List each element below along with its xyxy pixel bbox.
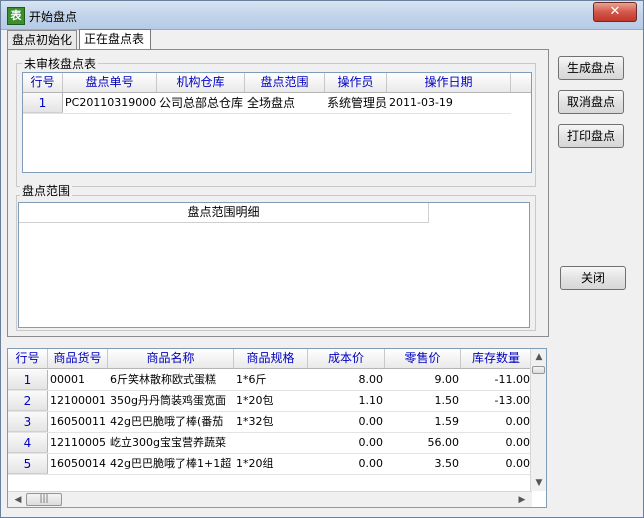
col-header[interactable]: 行号 bbox=[8, 349, 48, 368]
cell-code: 16050011 bbox=[50, 415, 106, 428]
cell-code: 16050014 bbox=[50, 457, 106, 470]
cell-code: 12100001 bbox=[50, 394, 106, 407]
cell-price: 1.59 bbox=[434, 415, 460, 428]
col-header[interactable]: 行号 bbox=[23, 73, 63, 92]
cell-cost: 1.10 bbox=[358, 394, 384, 407]
cell-name: 6斤笑林散称欧式蛋糕 bbox=[110, 373, 216, 386]
cell-price: 9.00 bbox=[434, 373, 460, 386]
cell-operator: 系统管理员 bbox=[327, 96, 387, 110]
cell-spec: 1*32包 bbox=[236, 415, 274, 428]
scroll-down-icon[interactable]: ▼ bbox=[531, 475, 546, 491]
close-window-button[interactable]: ✕ bbox=[593, 2, 637, 22]
cell-price: 1.50 bbox=[434, 394, 460, 407]
row-number: 5 bbox=[8, 454, 48, 474]
row-divider bbox=[23, 113, 511, 114]
cell-spec: 1*6斤 bbox=[236, 373, 267, 386]
unaudited-table[interactable]: 行号 盘点单号 机构仓库 盘点范围 操作员 操作日期 1 PC201103190… bbox=[22, 72, 532, 173]
vertical-scroll-thumb[interactable] bbox=[532, 366, 545, 374]
scroll-left-icon[interactable]: ◀ bbox=[10, 492, 26, 507]
unaudited-label: 未审核盘点表 bbox=[22, 55, 99, 72]
col-header[interactable]: 操作日期 bbox=[387, 73, 511, 92]
scroll-right-icon[interactable]: ▶ bbox=[514, 492, 530, 507]
cell-cost: 8.00 bbox=[358, 373, 384, 386]
scope-label: 盘点范围 bbox=[20, 182, 73, 199]
cell-name: 屹立300g宝宝营养蔬菜 bbox=[110, 436, 226, 449]
scope-table[interactable]: 盘点范围明细 bbox=[18, 202, 530, 328]
app-window: 表 开始盘点 ✕ 盘点初始化 正在盘点表 未审核盘点表 行号 盘点单号 机构仓库… bbox=[0, 0, 644, 518]
close-button[interactable]: 关闭 bbox=[560, 266, 626, 290]
col-header[interactable]: 库存数量 bbox=[461, 349, 532, 368]
cell-code: PC201103190001 bbox=[65, 96, 157, 109]
cell-price: 3.50 bbox=[434, 457, 460, 470]
cell-cost: 0.00 bbox=[358, 436, 384, 449]
tab-init[interactable]: 盘点初始化 bbox=[7, 30, 77, 49]
col-header[interactable]: 盘点单号 bbox=[63, 73, 157, 92]
horizontal-scrollbar[interactable]: ◀ ||| ▶ bbox=[8, 491, 532, 507]
cell-stock: -11.00 bbox=[494, 373, 530, 386]
row-number: 3 bbox=[8, 412, 48, 432]
col-header[interactable]: 盘点范围明细 bbox=[19, 203, 429, 222]
col-header[interactable]: 商品货号 bbox=[48, 349, 108, 368]
goods-table[interactable]: 行号 商品货号 商品名称 商品规格 成本价 零售价 库存数量 1 00001 6… bbox=[7, 348, 547, 508]
scope-header: 盘点范围明细 bbox=[19, 203, 429, 223]
goods-header: 行号 商品货号 商品名称 商品规格 成本价 零售价 库存数量 bbox=[8, 349, 532, 369]
col-header[interactable]: 零售价 bbox=[385, 349, 461, 368]
cell-code: 12110005 bbox=[50, 436, 106, 449]
row-number: 1 bbox=[23, 93, 63, 113]
cell-stock: 0.00 bbox=[505, 436, 531, 449]
col-header[interactable]: 操作员 bbox=[325, 73, 387, 92]
generate-count-button[interactable]: 生成盘点 bbox=[558, 56, 624, 80]
cell-cost: 0.00 bbox=[358, 415, 384, 428]
cell-name: 350g丹丹筒装鸡蛋宽面 bbox=[110, 394, 226, 407]
col-header[interactable]: 机构仓库 bbox=[157, 73, 245, 92]
cell-cost: 0.00 bbox=[358, 457, 384, 470]
col-header[interactable]: 成本价 bbox=[308, 349, 385, 368]
cell-scope: 全场盘点 bbox=[247, 96, 296, 110]
title-bar: 表 开始盘点 ✕ bbox=[1, 1, 643, 30]
col-header[interactable]: 商品规格 bbox=[234, 349, 308, 368]
row-divider bbox=[8, 474, 532, 475]
cell-code: 00001 bbox=[50, 373, 85, 386]
window-title: 开始盘点 bbox=[29, 10, 78, 24]
cell-warehouse: 公司总部总仓库 bbox=[159, 96, 244, 110]
row-number: 1 bbox=[8, 370, 48, 390]
row-number: 2 bbox=[8, 391, 48, 411]
print-count-button[interactable]: 打印盘点 bbox=[558, 124, 624, 148]
scroll-up-icon[interactable]: ▲ bbox=[531, 349, 546, 365]
tab-panel: 未审核盘点表 行号 盘点单号 机构仓库 盘点范围 操作员 操作日期 1 PC20… bbox=[7, 49, 549, 337]
cell-date: 2011-03-19 bbox=[389, 96, 453, 109]
cell-spec bbox=[234, 433, 308, 453]
horizontal-scroll-thumb[interactable]: ||| bbox=[26, 493, 62, 506]
cell-spec: 1*20包 bbox=[236, 394, 274, 407]
row-number: 4 bbox=[8, 433, 48, 453]
tab-counting[interactable]: 正在盘点表 bbox=[79, 29, 151, 50]
cell-price: 56.00 bbox=[427, 436, 460, 449]
unaudited-header: 行号 盘点单号 机构仓库 盘点范围 操作员 操作日期 bbox=[23, 73, 531, 93]
col-header[interactable]: 盘点范围 bbox=[245, 73, 325, 92]
cell-stock: 0.00 bbox=[505, 457, 531, 470]
cell-stock: 0.00 bbox=[505, 415, 531, 428]
cell-stock: -13.00 bbox=[494, 394, 530, 407]
col-header[interactable]: 商品名称 bbox=[108, 349, 234, 368]
app-icon: 表 bbox=[7, 7, 25, 25]
cancel-count-button[interactable]: 取消盘点 bbox=[558, 90, 624, 114]
cell-spec: 1*20组 bbox=[236, 457, 274, 470]
vertical-scrollbar[interactable]: ▲ ▼ bbox=[530, 349, 546, 491]
cell-name: 42g巴巴脆哦了棒1+1超 bbox=[110, 457, 232, 470]
cell-name: 42g巴巴脆哦了棒(番茄 bbox=[110, 415, 224, 428]
